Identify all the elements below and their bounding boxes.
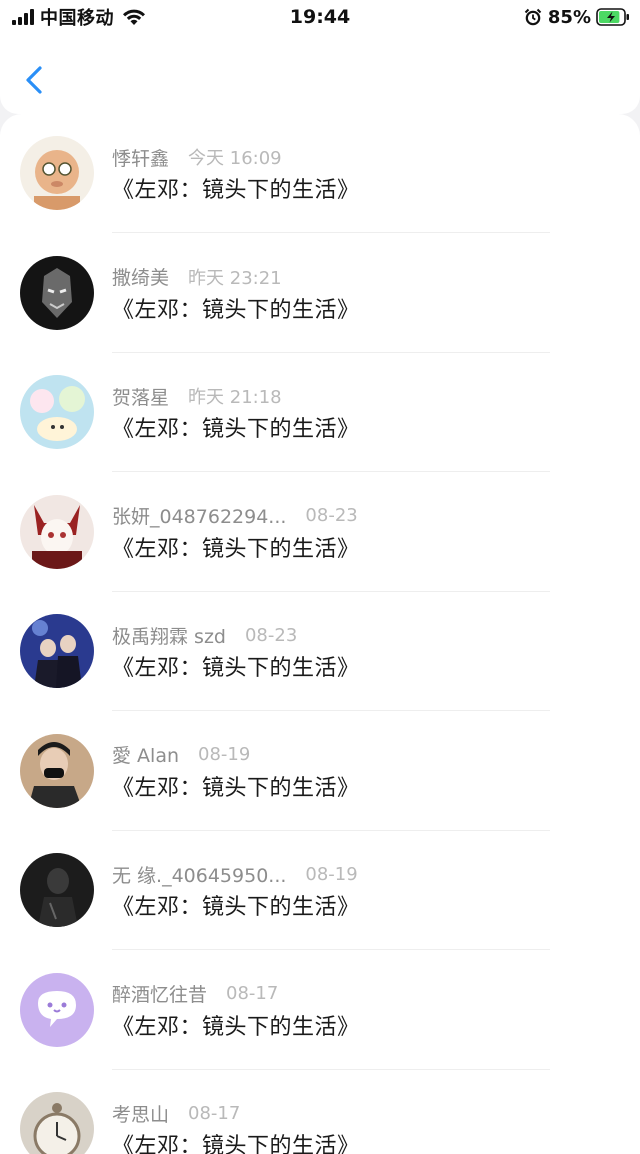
item-header: 撒绮美 昨天 23:21 — [112, 264, 282, 290]
timestamp: 08-17 — [188, 1102, 241, 1124]
timestamp: 08-23 — [244, 624, 298, 646]
chevron-left-icon — [26, 66, 42, 94]
avatar[interactable] — [20, 255, 94, 330]
item-header: 极禹翔霖 szd 08-23 — [112, 622, 297, 648]
username[interactable]: 愛 Alan — [112, 741, 179, 768]
item-content: 《左邓：镜头下的生活》 — [112, 1014, 360, 1040]
item-content: 《左邓：镜头下的生活》 — [112, 775, 360, 801]
list-item[interactable]: 无 缘._40645950... 08-19 《左邓：镜头下的生活》 — [0, 831, 640, 950]
nav-bar — [0, 34, 640, 114]
battery-icon — [596, 8, 629, 26]
username[interactable]: 极禹翔霖 szd — [112, 622, 226, 649]
username[interactable]: 张妍_048762294... — [112, 502, 286, 529]
username[interactable]: 醉酒忆往昔 — [112, 980, 207, 1007]
timestamp: 今天 16:09 — [188, 148, 282, 169]
username[interactable]: 贺落星 — [112, 383, 169, 410]
avatar[interactable] — [20, 136, 94, 210]
timestamp: 08-19 — [198, 744, 251, 765]
avatar[interactable] — [20, 1092, 94, 1154]
comment-list: 悸轩鑫 今天 16:09 《左邓：镜头下的生活》 撒绮美 昨天 23:21 《左邓：镜头下… — [0, 114, 640, 1154]
timestamp: 08-23 — [305, 505, 358, 526]
item-content: 《左邓：镜头下的生活》 — [112, 1134, 360, 1154]
avatar[interactable] — [20, 375, 94, 449]
list-item[interactable]: 考思山 08-17 《左邓：镜头下的生活》 — [0, 1070, 640, 1154]
username[interactable]: 考思山 — [112, 1100, 169, 1127]
avatar[interactable] — [20, 614, 94, 688]
timestamp: 08-17 — [226, 983, 279, 1004]
item-header: 考思山 08-17 — [112, 1100, 240, 1126]
alarm-icon — [524, 8, 542, 26]
username[interactable]: 悸轩鑫 — [112, 144, 169, 171]
list-item[interactable]: 张妍_048762294... 08-23 《左邓：镜头下的生活》 — [0, 473, 640, 592]
item-content: 《左邓：镜头下的生活》 — [112, 297, 360, 323]
username[interactable]: 撒绮美 — [112, 263, 169, 290]
item-content: 《左邓：镜头下的生活》 — [112, 417, 360, 442]
back-button[interactable] — [18, 60, 52, 100]
item-header: 无 缘._40645950... 08-19 — [112, 861, 358, 887]
status-bar: 中国移动 19:44 85% — [0, 0, 640, 34]
avatar[interactable] — [20, 733, 94, 808]
battery-percent: 85% — [547, 6, 591, 28]
item-header: 贺落星 昨天 21:18 — [112, 383, 282, 409]
timestamp: 昨天 23:21 — [188, 267, 282, 289]
list-item[interactable]: 愛 Alan 08-19 《左邓：镜头下的生活》 — [0, 712, 640, 831]
list-item[interactable]: 极禹翔霖 szd 08-23 《左邓：镜头下的生活》 — [0, 592, 640, 711]
item-header: 张妍_048762294... 08-23 — [112, 503, 358, 529]
list-item[interactable]: 撒绮美 昨天 23:21 《左邓：镜头下的生活》 — [0, 234, 640, 353]
item-header: 悸轩鑫 今天 16:09 — [112, 144, 282, 170]
timestamp: 昨天 21:18 — [188, 387, 282, 408]
item-content: 《左邓：镜头下的生活》 — [112, 178, 360, 203]
avatar[interactable] — [20, 972, 94, 1047]
item-content: 《左邓：镜头下的生活》 — [112, 656, 360, 681]
username[interactable]: 无 缘._40645950... — [112, 861, 286, 888]
list-item[interactable]: 悸轩鑫 今天 16:09 《左邓：镜头下的生活》 — [0, 114, 640, 233]
status-right: 85% — [524, 4, 630, 30]
item-header: 醉酒忆往昔 08-17 — [112, 981, 278, 1007]
avatar[interactable] — [20, 494, 94, 569]
list-item[interactable]: 醉酒忆往昔 08-17 《左邓：镜头下的生活》 — [0, 951, 640, 1070]
item-content: 《左邓：镜头下的生活》 — [112, 895, 360, 920]
list-item[interactable]: 贺落星 昨天 21:18 《左邓：镜头下的生活》 — [0, 353, 640, 472]
item-content: 《左邓：镜头下的生活》 — [112, 536, 360, 562]
avatar[interactable] — [20, 853, 94, 927]
timestamp: 08-19 — [305, 863, 358, 885]
item-header: 愛 Alan 08-19 — [112, 742, 250, 768]
